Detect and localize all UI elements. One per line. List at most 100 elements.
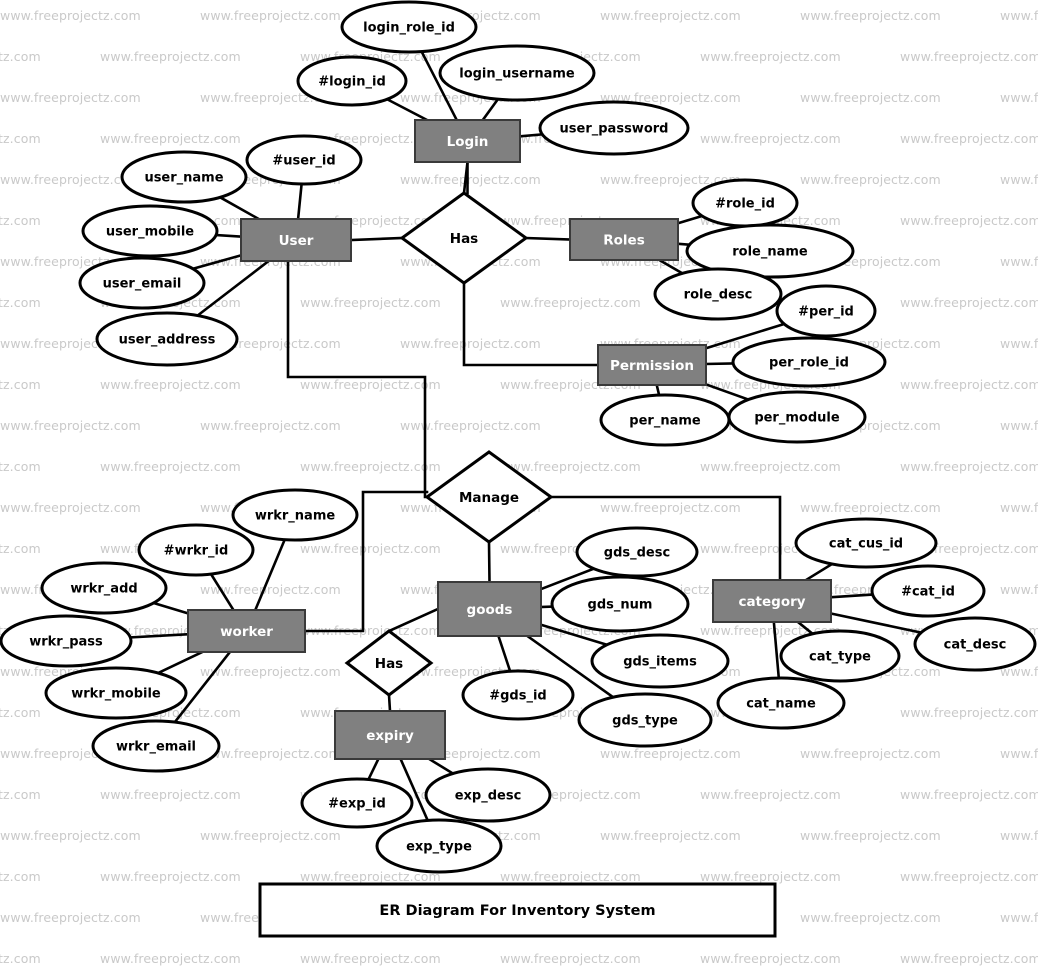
attribute-label: cat_cus_id (829, 537, 903, 552)
entity-node: expiry (335, 711, 445, 759)
attribute-label: login_username (459, 67, 575, 82)
connector-line (489, 542, 490, 582)
attribute-node: user_email (80, 258, 204, 308)
connector-line (255, 540, 284, 610)
attribute-node: per_module (729, 392, 865, 442)
attribute-node: user_password (540, 102, 688, 154)
relationship-label: Manage (459, 490, 519, 506)
entity-label: worker (220, 624, 273, 640)
attribute-node: user_address (97, 313, 237, 365)
attribute-label: role_name (732, 245, 808, 260)
diagram-svg: login_role_id #login_id login_usernameuser… (0, 0, 1038, 941)
connector-line (806, 564, 832, 580)
entity-node: category (713, 580, 831, 622)
watermark-text: www.freeprojectz.com (0, 951, 41, 966)
attribute-label: #wrkr_id (164, 544, 229, 559)
entity-label: expiry (366, 728, 414, 744)
attribute-label: gds_num (588, 598, 653, 613)
attribute-label: #gds_id (489, 689, 547, 704)
attribute-node: #role_id (693, 180, 797, 226)
connector-line (130, 634, 188, 637)
attribute-node: wrkr_name (233, 490, 357, 540)
connector-line (657, 385, 659, 395)
attribute-node: #per_id (777, 286, 875, 336)
attribute-node: wrkr_email (93, 721, 219, 771)
connector-line (483, 99, 498, 120)
attribute-label: exp_desc (455, 789, 522, 804)
attribute-label: user_password (560, 122, 669, 137)
attribute-node: #user_id (247, 136, 361, 184)
connector-line (498, 636, 510, 671)
attribute-node: #cat_id (872, 566, 984, 616)
attribute-label: gds_type (612, 714, 678, 729)
connector-line (368, 759, 378, 780)
attribute-label: per_module (754, 411, 840, 426)
entity-label: goods (467, 602, 513, 618)
attribute-node: per_name (601, 395, 729, 445)
connector-line (211, 574, 233, 610)
relationship-node: Has (347, 631, 431, 695)
attribute-node: role_desc (655, 269, 781, 319)
attribute-label: wrkr_name (255, 509, 336, 524)
watermark-text: www.freeprojectz.com (900, 951, 1038, 966)
watermark-text: www.freeprojectz.com (700, 951, 841, 966)
connector-line (706, 363, 733, 364)
entity-node: goods (438, 582, 541, 636)
entity-label: category (738, 594, 805, 610)
attribute-node: exp_desc (426, 769, 550, 821)
relationship-label: Has (450, 231, 478, 247)
entity-node: worker (188, 610, 305, 652)
connector-line (351, 238, 402, 240)
watermark-text: www.freeprojectz.com (100, 951, 241, 966)
entity-node: Login (415, 120, 520, 162)
attribute-node: cat_type (781, 631, 899, 681)
connector-line (464, 283, 598, 365)
connector-line (158, 652, 202, 673)
attribute-node: user_mobile (83, 206, 217, 256)
attribute-label: wrkr_pass (29, 635, 103, 650)
diagram-title-text: ER Diagram For Inventory System (379, 903, 655, 919)
attribute-node: gds_desc (577, 528, 697, 576)
attribute-node: wrkr_pass (1, 616, 131, 666)
connector-line (429, 759, 453, 774)
attribute-label: per_name (629, 414, 701, 429)
attribute-node: exp_type (377, 820, 501, 872)
entity-label: Login (447, 134, 489, 150)
attribute-label: user_mobile (106, 225, 194, 240)
attribute-node: cat_cus_id (796, 519, 936, 567)
connector-line (197, 261, 268, 316)
attribute-node: cat_desc (915, 618, 1035, 670)
attribute-node: gds_type (579, 694, 711, 746)
attribute-label: cat_type (809, 650, 871, 665)
attribute-label: #per_id (798, 305, 854, 320)
entity-node: Permission (598, 345, 706, 385)
attribute-node: user_name (122, 152, 246, 202)
connector-line (220, 197, 259, 219)
entity-label: Permission (610, 358, 694, 374)
attribute-label: #user_id (272, 154, 335, 169)
entity-label: Roles (603, 233, 645, 249)
connector-line (520, 134, 542, 136)
connector-line (298, 184, 302, 219)
attribute-node: login_role_id (342, 2, 476, 52)
relationship-node: Has (402, 193, 526, 283)
attribute-node: #gds_id (463, 671, 573, 719)
relationship-node: Manage (427, 452, 551, 542)
attribute-label: #role_id (715, 197, 775, 212)
connector-line (706, 384, 748, 399)
connector-line (387, 99, 427, 120)
connector-line (659, 260, 682, 273)
attribute-label: gds_desc (604, 546, 670, 561)
connector-line (288, 261, 427, 497)
attribute-node: wrkr_mobile (46, 668, 186, 718)
watermark-text: www.freeprojectz.com (500, 951, 641, 966)
attribute-label: role_desc (684, 288, 753, 303)
attribute-node: login_username (440, 46, 594, 100)
attribute-node: #exp_id (302, 779, 412, 827)
connector-line (678, 216, 702, 223)
attribute-label: #login_id (318, 75, 386, 90)
connector-line (389, 609, 438, 631)
connector-line (193, 255, 241, 268)
attribute-node: cat_name (718, 678, 844, 728)
attribute-node: #wrkr_id (139, 525, 253, 575)
